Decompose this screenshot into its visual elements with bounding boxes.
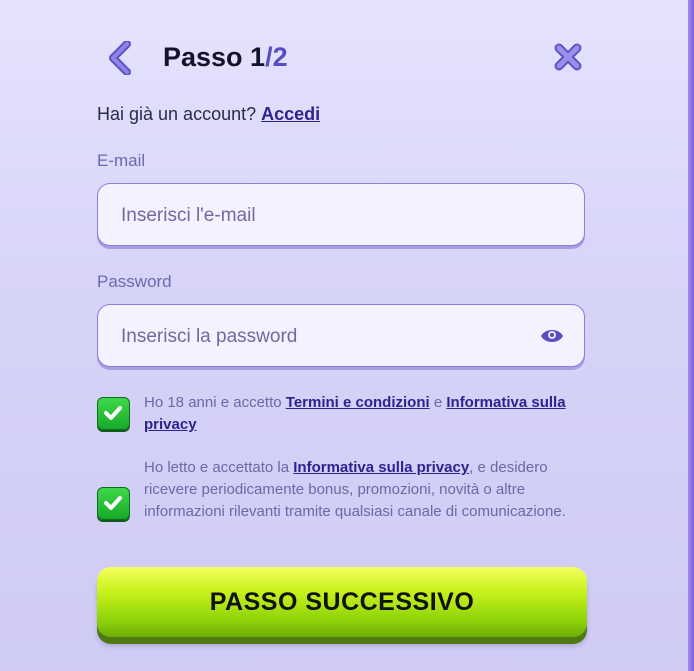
password-label: Password <box>97 272 172 291</box>
privacy-link-2[interactable]: Informativa sulla privacy <box>293 459 469 476</box>
chevron-left-icon <box>109 40 131 76</box>
login-prompt: Hai già un account? Accedi <box>97 104 320 125</box>
close-icon <box>554 43 582 71</box>
password-field-box <box>97 304 585 368</box>
password-field[interactable] <box>119 305 533 368</box>
consent2-text-before: Ho letto e accettato la <box>144 459 294 476</box>
email-label: E-mail <box>97 151 146 170</box>
step-total: /2 <box>265 42 288 72</box>
email-field[interactable] <box>119 184 533 247</box>
eye-icon <box>541 330 563 342</box>
age-terms-checkbox[interactable] <box>97 397 130 430</box>
show-password-toggle[interactable] <box>540 327 564 345</box>
terms-link[interactable]: Termini e condizioni <box>286 394 430 411</box>
login-link[interactable]: Accedi <box>261 104 320 124</box>
step-title: Passo 1/2 <box>163 42 288 73</box>
email-field-box <box>97 183 585 247</box>
marketing-consent-checkbox[interactable] <box>97 487 130 520</box>
step-header: Passo 1/2 <box>97 36 587 82</box>
checkmark-icon <box>104 496 122 510</box>
consent1-text-before: Ho 18 anni e accetto <box>144 394 286 411</box>
checkmark-icon <box>104 406 122 420</box>
step-current: Passo 1 <box>163 42 266 72</box>
window-edge <box>688 0 694 671</box>
consent1-text-mid: e <box>429 394 447 411</box>
age-terms-consent-text: Ho 18 anni e accetto Termini e condizion… <box>144 392 584 436</box>
marketing-consent-text: Ho letto e accettato la Informativa sull… <box>144 457 584 523</box>
back-button[interactable] <box>107 40 133 76</box>
login-prompt-text: Hai già un account? <box>97 104 257 124</box>
close-button[interactable] <box>553 42 583 72</box>
next-step-label: PASSO SUCCESSIVO <box>209 587 475 616</box>
next-step-button[interactable]: PASSO SUCCESSIVO <box>97 567 587 637</box>
